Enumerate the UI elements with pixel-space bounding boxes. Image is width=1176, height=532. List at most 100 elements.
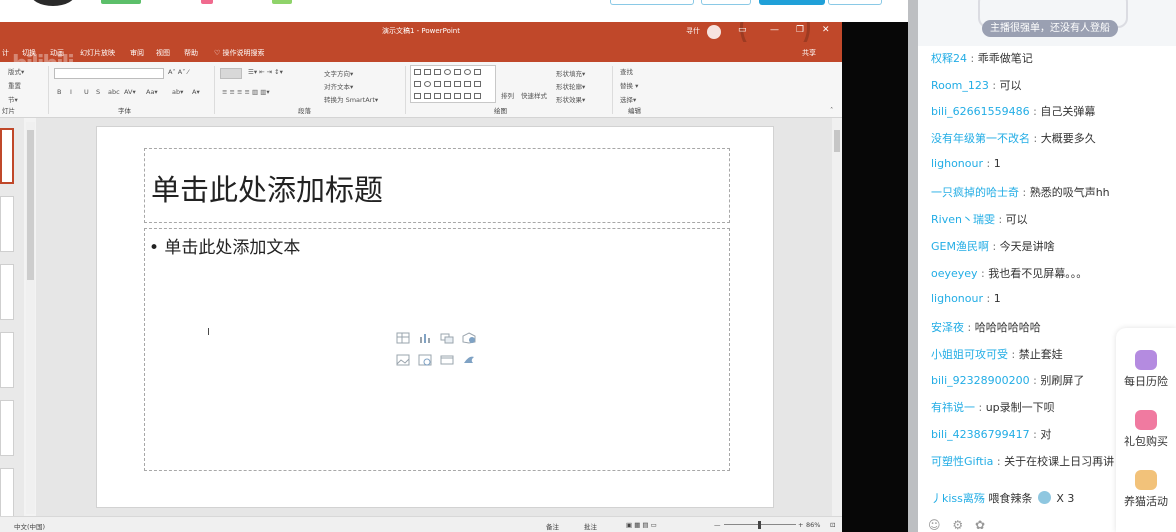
emoji-icon[interactable]: ☺ [928, 518, 941, 532]
share-button[interactable]: 共享 [802, 48, 816, 58]
close-icon[interactable]: ✕ [822, 25, 830, 35]
list-buttons[interactable]: ☰▾ ⇤ ⇥ ↕▾ [248, 68, 283, 76]
strikethrough-button[interactable]: abc [108, 88, 120, 96]
bullets-button[interactable] [220, 68, 242, 79]
gift-username[interactable]: 丿kiss离殇 [931, 492, 985, 505]
text-direction-button[interactable]: 文字方向▾ [324, 68, 353, 78]
smartart-button[interactable]: 转换为 SmartArt▾ [324, 94, 378, 104]
slide-thumbnail[interactable] [0, 264, 14, 320]
slide-thumbnail[interactable] [0, 128, 14, 184]
select-button[interactable]: 选择▾ [620, 94, 636, 104]
insert-smartart-icon[interactable] [440, 332, 454, 344]
settings-icon[interactable]: ⚙ [952, 518, 963, 532]
bold-button[interactable]: B [57, 88, 61, 96]
view-buttons[interactable]: ▣ ▦ ▤ ▭ [626, 521, 657, 529]
shape-outline-button[interactable]: 形状轮廓▾ [556, 81, 585, 91]
font-color-button[interactable]: A▾ [192, 88, 200, 96]
replace-button[interactable]: 替换 ▾ [620, 80, 638, 90]
chat-username[interactable]: GEM渔民啊 [931, 240, 989, 253]
shape-fill-button[interactable]: 形状填充▾ [556, 68, 585, 78]
chat-username[interactable]: 一只疯掉的哈士奇 [931, 186, 1019, 199]
chat-username[interactable]: 没有年级第一不改名 [931, 132, 1030, 145]
chat-username[interactable]: Room_123 [931, 79, 989, 92]
chat-username[interactable]: oeyeyey [931, 267, 978, 280]
highlight-button[interactable]: ab▾ [172, 88, 183, 96]
top-button[interactable] [610, 0, 694, 5]
streamer-avatar[interactable] [30, 0, 76, 6]
slide-scrollbar[interactable] [832, 118, 842, 520]
underline-button[interactable]: U [84, 88, 89, 96]
insert-picture-icon[interactable] [396, 354, 410, 366]
zoom-slider-knob[interactable] [758, 521, 761, 529]
ribbon-display-icon[interactable]: ▭ [738, 25, 747, 35]
spacing-button[interactable]: AV▾ [124, 88, 136, 96]
cat-event-button[interactable]: 养猫活动 [1116, 470, 1176, 509]
restore-icon[interactable]: ❐ [796, 25, 804, 35]
top-button[interactable] [701, 0, 751, 5]
collapse-ribbon-icon[interactable]: ˄ [830, 106, 833, 114]
chat-username[interactable]: bili_92328900200 [931, 374, 1030, 387]
tab-view[interactable]: 视图 [156, 48, 170, 58]
tab-animations[interactable]: 动画 [50, 48, 64, 58]
insert-online-picture-icon[interactable] [418, 354, 432, 366]
slide-thumbnail[interactable] [0, 400, 14, 456]
daily-adventure-button[interactable]: 每日历险 [1116, 350, 1176, 389]
insert-chart-icon[interactable] [418, 332, 432, 344]
account-avatar[interactable] [707, 25, 721, 39]
chat-username[interactable]: 安泽夜 [931, 321, 964, 334]
shapes-gallery[interactable] [410, 65, 496, 103]
chat-username[interactable]: 有祎说一 [931, 401, 975, 414]
content-placeholder[interactable]: • 单击此处添加文本 [144, 228, 730, 471]
chat-username[interactable]: 可塑性Giftia [931, 455, 993, 468]
chat-username[interactable]: Riven丶瑞雯 [931, 213, 995, 226]
gift-pack-button[interactable]: 礼包购买 [1116, 410, 1176, 449]
find-button[interactable]: 查找 [620, 66, 633, 76]
insert-3d-model-icon[interactable] [462, 332, 476, 344]
follow-button[interactable] [759, 0, 825, 5]
insert-table-icon[interactable] [396, 332, 410, 344]
section-button[interactable]: 节▾ [8, 94, 18, 104]
chat-username[interactable]: 小姐姐可攻可受 [931, 348, 1008, 361]
chat-username[interactable]: lighonour [931, 292, 983, 305]
chat-username[interactable]: lighonour [931, 157, 983, 170]
align-text-button[interactable]: 对齐文本▾ [324, 81, 353, 91]
italic-button[interactable]: I [70, 88, 72, 96]
notes-button[interactable]: 备注 [546, 521, 559, 531]
minimize-icon[interactable]: — [770, 25, 779, 35]
slide-thumbnail[interactable] [0, 468, 14, 518]
case-button[interactable]: Aa▾ [146, 88, 158, 96]
reset-button[interactable]: 重置 [8, 80, 21, 90]
slide-thumbnail[interactable] [0, 196, 14, 252]
tab-help[interactable]: 帮助 [184, 48, 198, 58]
zoom-out-icon[interactable]: — [714, 521, 721, 529]
zoom-level[interactable]: 86% [806, 521, 820, 529]
tell-me-search[interactable]: ♡ 操作说明搜索 [214, 48, 265, 58]
shadow-button[interactable]: S [96, 88, 100, 96]
font-name-box[interactable] [54, 68, 164, 79]
quick-styles-button[interactable]: 快速样式 [521, 90, 547, 100]
chat-username[interactable]: bili_42386799417 [931, 428, 1030, 441]
chat-username[interactable]: 权释24 [931, 52, 967, 65]
thumbnail-scrollbar[interactable] [26, 122, 35, 514]
account-name[interactable]: 寻什 [686, 26, 700, 36]
comments-button[interactable]: 批注 [584, 521, 597, 531]
top-button[interactable] [828, 0, 882, 5]
layout-button[interactable]: 版式▾ [8, 66, 24, 76]
insert-video-icon[interactable] [440, 354, 454, 366]
align-buttons[interactable]: ≡ ≡ ≡ ≡ ▥ ▥▾ [222, 88, 270, 96]
font-size-buttons[interactable]: A˄ A˅ ⁄ [168, 68, 189, 76]
slide-thumbnail[interactable] [0, 332, 14, 388]
zoom-in-icon[interactable]: + [798, 521, 803, 529]
tab-slideshow[interactable]: 幻灯片放映 [80, 48, 115, 58]
title-placeholder[interactable]: 单击此处添加标题 [144, 148, 730, 223]
insert-icons-icon[interactable] [462, 354, 476, 366]
language-indicator[interactable]: 中文(中国) [14, 521, 45, 531]
tab-transitions[interactable]: 切换 [22, 48, 36, 58]
gift-shortcut-icon[interactable]: ✿ [975, 518, 985, 532]
chat-username[interactable]: bili_62661559486 [931, 105, 1030, 118]
fit-slide-icon[interactable]: ⊡ [830, 521, 835, 529]
arrange-button[interactable]: 排列 [501, 90, 514, 100]
tab-design[interactable]: 计 [2, 48, 9, 58]
shape-effects-button[interactable]: 形状效果▾ [556, 94, 585, 104]
tab-review[interactable]: 审阅 [130, 48, 144, 58]
